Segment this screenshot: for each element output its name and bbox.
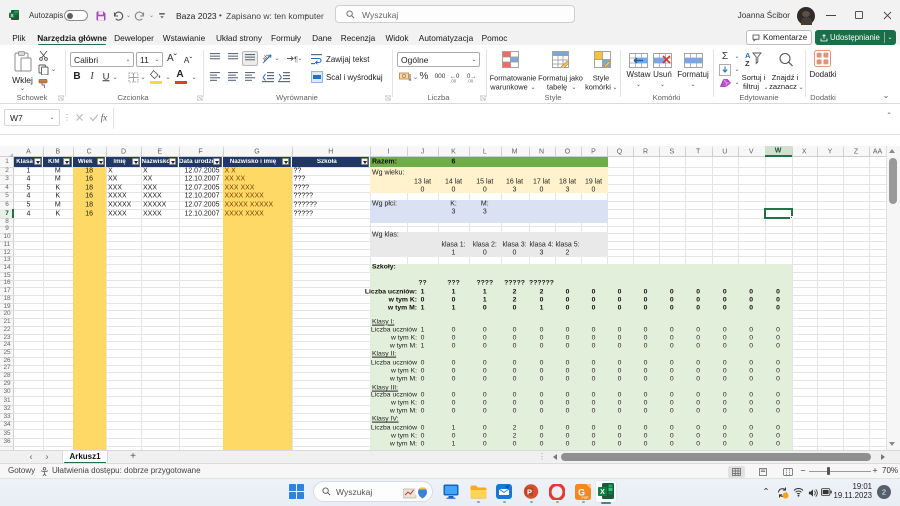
svg-text:.00: .00 (450, 79, 457, 84)
svg-text:PSP: PSP (582, 496, 590, 500)
svg-text:Z: Z (745, 59, 750, 68)
svg-text:X: X (600, 489, 605, 496)
svg-text:P: P (527, 488, 532, 497)
svg-text:.00: .00 (467, 79, 474, 84)
